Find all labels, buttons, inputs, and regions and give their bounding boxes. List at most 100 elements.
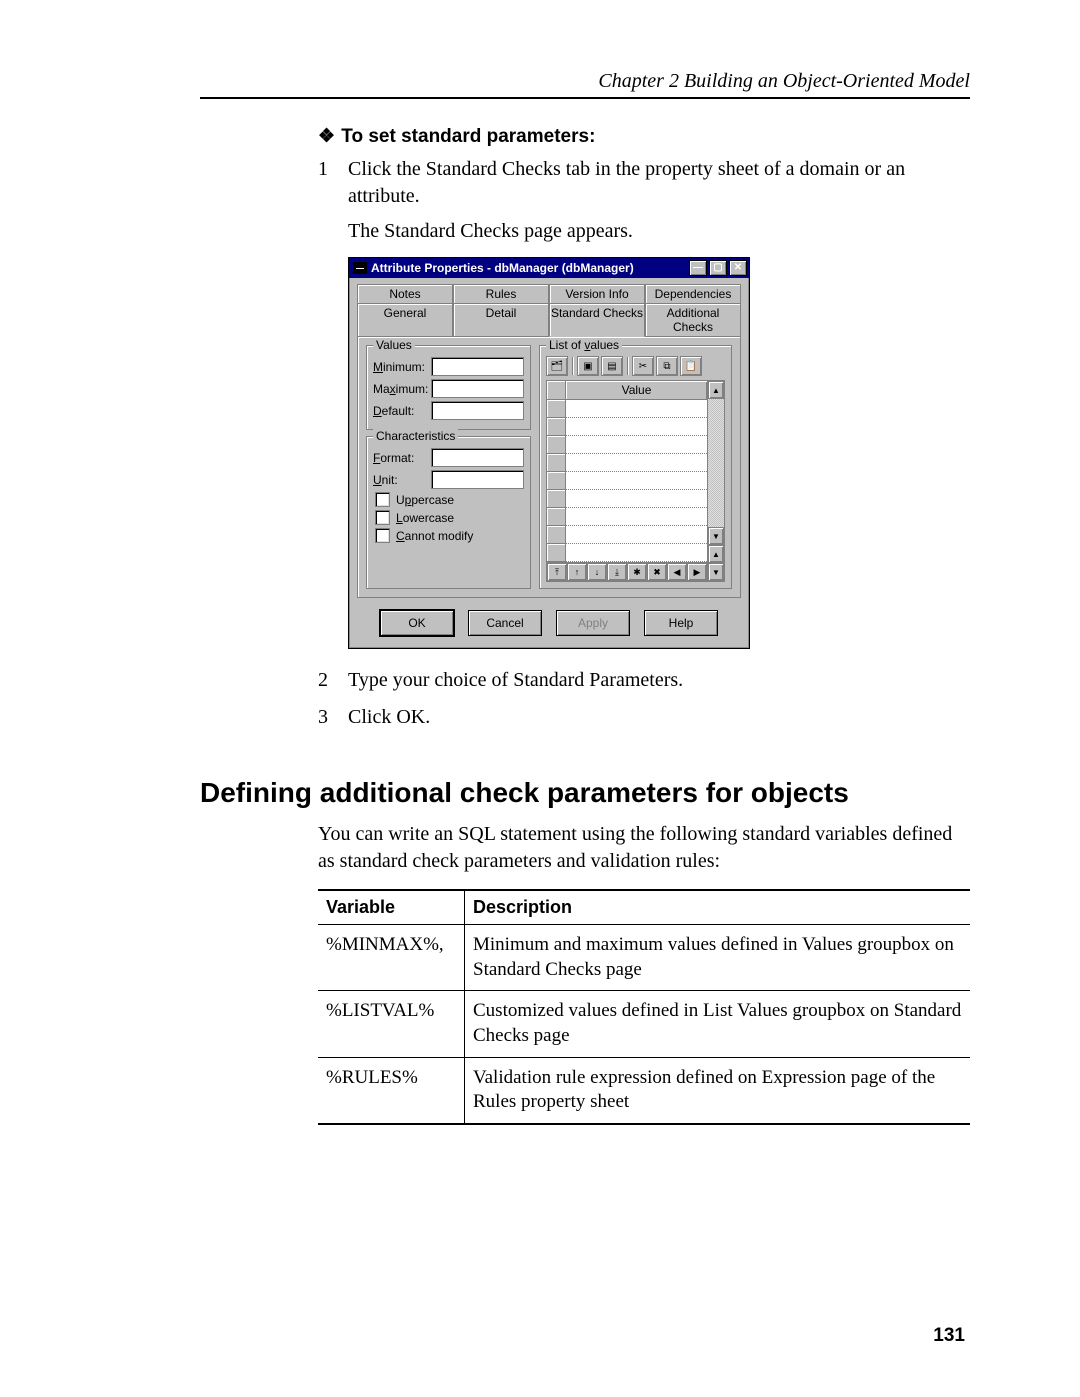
tab-rules[interactable]: Rules: [453, 284, 549, 303]
toolbar-btn-2[interactable]: ▣: [577, 356, 599, 376]
cut-icon[interactable]: ✂: [632, 356, 654, 376]
list-values-group: List of values 🗂 ▣ ▤ ✂ ⧉ 📋: [539, 345, 732, 589]
characteristics-group: Characteristics Format: Unit: Uppercase …: [366, 436, 531, 589]
dialog-button-row: OK Cancel Apply Help: [349, 598, 749, 648]
grid-cell[interactable]: [566, 526, 707, 544]
nav-del-icon[interactable]: ✖: [647, 563, 667, 581]
step-result: The Standard Checks page appears.: [348, 220, 970, 243]
scroll-bottom-icon[interactable]: ▼: [708, 563, 724, 581]
variables-table: Variable Description %MINMAX%, Minimum a…: [318, 889, 970, 1125]
cell-description: Minimum and maximum values defined in Va…: [465, 925, 971, 991]
maximum-input[interactable]: [431, 379, 524, 398]
scroll-up-icon[interactable]: ▲: [708, 381, 724, 399]
step-text: Click OK.: [348, 704, 970, 731]
paste-icon[interactable]: 📋: [680, 356, 702, 376]
default-input[interactable]: [431, 401, 524, 420]
tab-general[interactable]: General: [357, 303, 453, 336]
values-group: Values Minimum: Maximum: Default:: [366, 345, 531, 430]
grid-row-header[interactable]: [547, 508, 566, 526]
copy-icon[interactable]: ⧉: [656, 356, 678, 376]
grid-cell[interactable]: [566, 508, 707, 526]
table-row: %RULES% Validation rule expression defin…: [318, 1057, 970, 1124]
uppercase-label: Uppercase: [396, 493, 454, 507]
grid-row-header[interactable]: [547, 454, 566, 472]
format-label: Format:: [373, 451, 431, 465]
help-button[interactable]: Help: [644, 610, 718, 636]
grid-cell[interactable]: [566, 544, 707, 562]
grid-row-header[interactable]: [547, 400, 566, 418]
values-grid[interactable]: Value: [546, 380, 725, 582]
grid-row-header[interactable]: [547, 436, 566, 454]
toolbar-sep: [572, 357, 573, 375]
grid-col-value[interactable]: Value: [566, 381, 707, 400]
grid-row-header[interactable]: [547, 490, 566, 508]
tab-version-info[interactable]: Version Info: [549, 284, 645, 303]
step-number: 2: [318, 667, 348, 694]
unit-input[interactable]: [431, 470, 524, 489]
cancel-button[interactable]: Cancel: [468, 610, 542, 636]
minimum-label: Minimum:: [373, 360, 431, 374]
scroll-track[interactable]: [708, 399, 724, 527]
nav-up-icon[interactable]: ↑: [567, 563, 587, 581]
values-group-legend: Values: [373, 338, 415, 352]
grid-cell[interactable]: [566, 400, 707, 418]
grid-cell[interactable]: [566, 490, 707, 508]
tab-row-front: General Detail Standard Checks Additiona…: [357, 303, 741, 336]
nav-down-icon[interactable]: ↓: [587, 563, 607, 581]
minimize-icon[interactable]: —: [689, 260, 707, 276]
scroll-top-icon[interactable]: ▲: [708, 545, 724, 563]
grid-vscroll[interactable]: ▲ ▼ ▲ ▼: [707, 381, 724, 581]
nav-add-icon[interactable]: ✱: [627, 563, 647, 581]
scroll-down-icon[interactable]: ▼: [708, 527, 724, 545]
grid-cell[interactable]: [566, 418, 707, 436]
section-intro: You can write an SQL statement using the…: [318, 821, 970, 875]
grid-cell[interactable]: [566, 454, 707, 472]
maximize-icon[interactable]: ▢: [709, 260, 727, 276]
dialog-title-text: Attribute Properties - dbManager (dbMana…: [371, 261, 687, 275]
grid-row-header[interactable]: [547, 526, 566, 544]
nav-last-icon[interactable]: ⤓: [607, 563, 627, 581]
toolbar-btn-1[interactable]: 🗂: [546, 356, 568, 376]
grid-row-header[interactable]: [547, 418, 566, 436]
tab-row-back: Notes Rules Version Info Dependencies: [357, 284, 741, 303]
characteristics-group-legend: Characteristics: [373, 429, 458, 443]
cell-description: Customized values defined in List Values…: [465, 991, 971, 1057]
col-description: Description: [465, 890, 971, 925]
lowercase-label: Lowercase: [396, 511, 454, 525]
tab-notes[interactable]: Notes: [357, 284, 453, 303]
dialog-screenshot: Attribute Properties - dbManager (dbMana…: [348, 257, 750, 649]
grid-cell[interactable]: [566, 436, 707, 454]
step-text: Type your choice of Standard Parameters.: [348, 667, 970, 694]
toolbar-btn-3[interactable]: ▤: [601, 356, 623, 376]
cell-description: Validation rule expression defined on Ex…: [465, 1057, 971, 1124]
tab-detail[interactable]: Detail: [453, 303, 549, 336]
maximum-label: Maximum:: [373, 382, 431, 396]
task-heading-text: To set standard parameters:: [341, 126, 595, 147]
close-icon[interactable]: ✕: [729, 260, 747, 276]
default-label: Default:: [373, 404, 431, 418]
nav-right-icon[interactable]: ▶: [687, 563, 707, 581]
cell-variable: %RULES%: [318, 1057, 465, 1124]
nav-left-icon[interactable]: ◀: [667, 563, 687, 581]
col-variable: Variable: [318, 890, 465, 925]
tab-dependencies[interactable]: Dependencies: [645, 284, 741, 303]
step-item: 1 Click the Standard Checks tab in the p…: [318, 156, 970, 210]
unit-label: Unit:: [373, 473, 431, 487]
dialog-titlebar: Attribute Properties - dbManager (dbMana…: [349, 258, 749, 278]
minimum-input[interactable]: [431, 357, 524, 376]
nav-first-icon[interactable]: ⤒: [547, 563, 567, 581]
grid-row-header[interactable]: [547, 472, 566, 490]
tab-additional-checks[interactable]: Additional Checks: [645, 303, 741, 336]
step-number: 1: [318, 156, 348, 210]
lowercase-checkbox[interactable]: [375, 510, 390, 525]
uppercase-checkbox[interactable]: [375, 492, 390, 507]
tab-standard-checks[interactable]: Standard Checks: [549, 303, 645, 337]
format-input[interactable]: [431, 448, 524, 467]
toolbar-sep: [627, 357, 628, 375]
apply-button[interactable]: Apply: [556, 610, 630, 636]
ok-button[interactable]: OK: [380, 610, 454, 636]
cannot-modify-checkbox[interactable]: [375, 528, 390, 543]
grid-row-header[interactable]: [547, 544, 566, 562]
step-item: 2 Type your choice of Standard Parameter…: [318, 667, 970, 694]
grid-cell[interactable]: [566, 472, 707, 490]
